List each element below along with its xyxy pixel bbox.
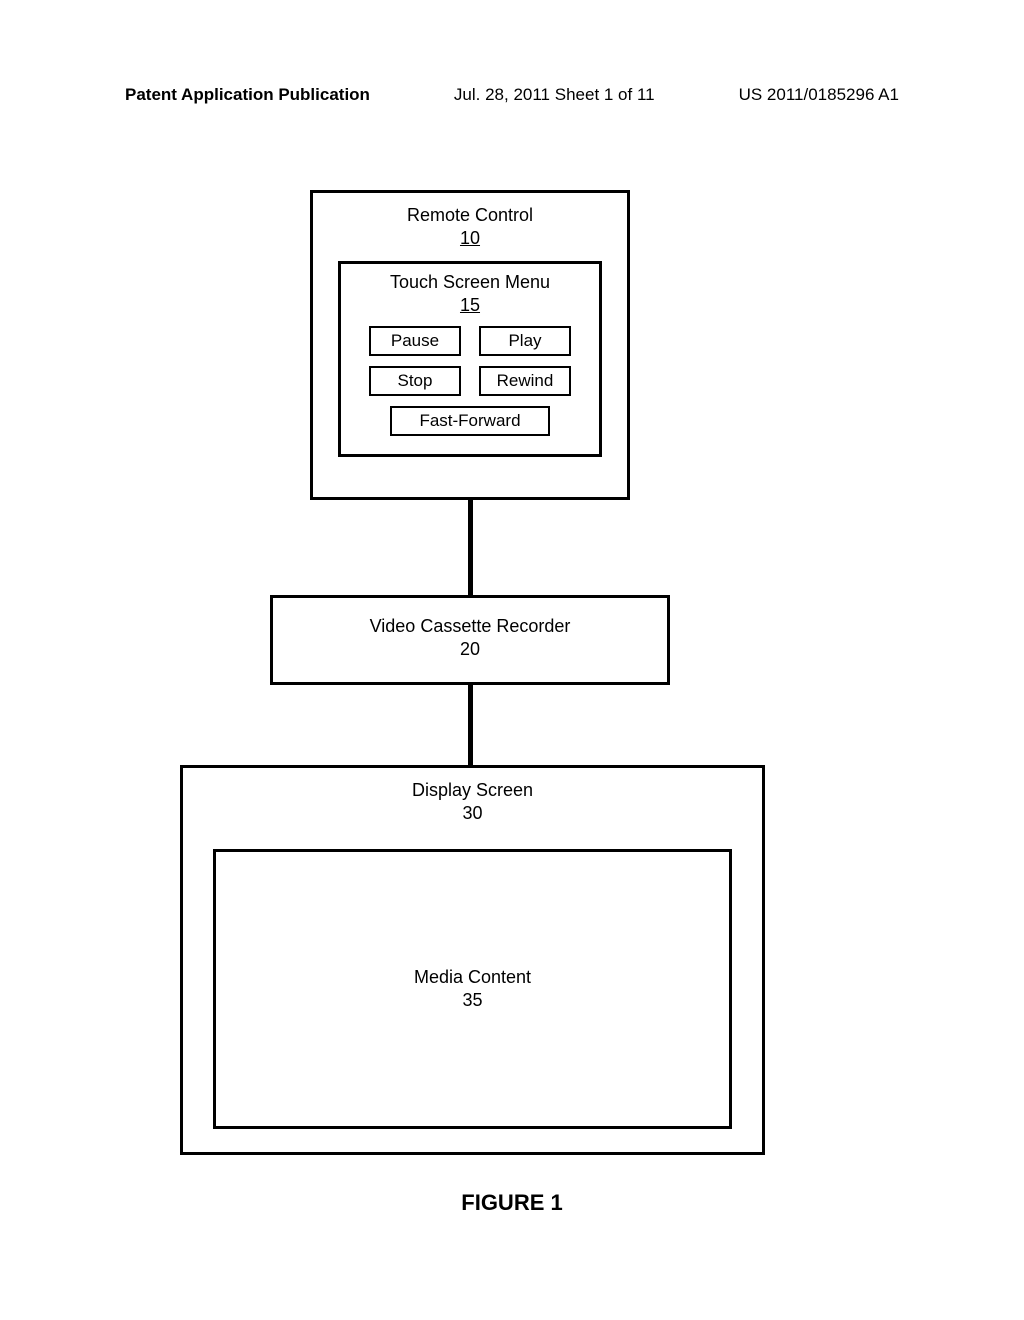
button-row-3: Fast-Forward: [353, 406, 587, 436]
header-pub-number: US 2011/0185296 A1: [739, 85, 899, 105]
rewind-button: Rewind: [479, 366, 571, 396]
play-button: Play: [479, 326, 571, 356]
remote-control-title: Remote Control: [313, 205, 627, 226]
figure-label: FIGURE 1: [0, 1190, 1024, 1216]
button-row-2: Stop Rewind: [353, 366, 587, 396]
header-date-sheet: Jul. 28, 2011 Sheet 1 of 11: [454, 85, 655, 105]
display-reference-num: 30: [183, 803, 762, 824]
display-title: Display Screen: [183, 780, 762, 801]
touch-menu-title: Touch Screen Menu: [353, 272, 587, 293]
connector-remote-to-vcr: [468, 500, 473, 595]
stop-button: Stop: [369, 366, 461, 396]
vcr-reference-num: 20: [273, 639, 667, 660]
vcr-title: Video Cassette Recorder: [273, 616, 667, 637]
touch-screen-menu-box: Touch Screen Menu 15 Pause Play Stop Rew…: [338, 261, 602, 457]
pause-button: Pause: [369, 326, 461, 356]
remote-control-box: Remote Control 10 Touch Screen Menu 15 P…: [310, 190, 630, 500]
connector-vcr-to-display: [468, 685, 473, 765]
button-row-1: Pause Play: [353, 326, 587, 356]
media-title: Media Content: [414, 967, 531, 988]
vcr-box: Video Cassette Recorder 20: [270, 595, 670, 685]
page-header: Patent Application Publication Jul. 28, …: [0, 0, 1024, 105]
header-publication: Patent Application Publication: [125, 85, 370, 105]
remote-control-reference-num: 10: [313, 228, 627, 249]
fast-forward-button: Fast-Forward: [390, 406, 550, 436]
media-reference-num: 35: [462, 990, 482, 1011]
touch-menu-reference-num: 15: [353, 295, 587, 316]
media-content-box: Media Content 35: [213, 849, 732, 1129]
display-screen-box: Display Screen 30 Media Content 35: [180, 765, 765, 1155]
